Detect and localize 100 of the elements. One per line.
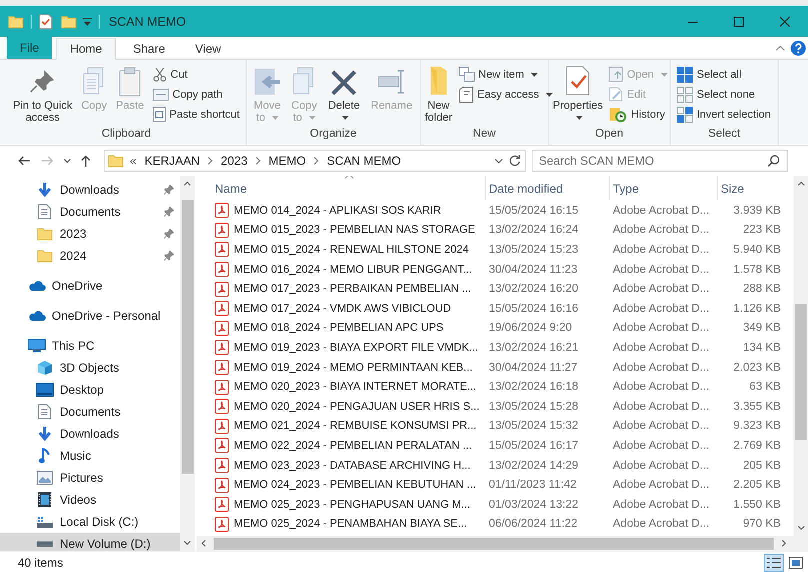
nav-item[interactable]: 2024 bbox=[0, 245, 180, 267]
ribbon-button[interactable]: Cut bbox=[150, 65, 242, 84]
nav-item[interactable]: Videos bbox=[0, 489, 180, 511]
nav-item[interactable]: Local Disk (C:) bbox=[0, 511, 180, 533]
scrollbar[interactable] bbox=[794, 176, 808, 536]
file-name[interactable]: MEMO 021_2024 - REMBUISE KONSUMSI PR... bbox=[234, 420, 477, 432]
cube-icon bbox=[37, 360, 53, 376]
file-size: 63 KB bbox=[748, 381, 782, 394]
nav-item[interactable]: 2023 bbox=[0, 223, 180, 245]
date-modified: 01/11/2023 11:42 bbox=[488, 479, 578, 492]
nav-item[interactable]: OneDrive - Personal bbox=[0, 305, 180, 327]
cloud-icon bbox=[28, 310, 46, 322]
item-count: 40 items bbox=[18, 556, 64, 570]
file-name[interactable]: MEMO 020_2024 - PENGAJUAN USER HRIS S... bbox=[234, 400, 480, 413]
nav-item[interactable]: New Volume (D:) bbox=[0, 533, 180, 551]
file-name[interactable]: MEMO 014_2024 - APLIKASI SOS KARIR bbox=[234, 204, 442, 217]
nav-item[interactable]: Downloads bbox=[0, 423, 180, 445]
file-name[interactable]: MEMO 024_2023 - PEMBELIAN KEBUTUHAN ... bbox=[234, 479, 476, 492]
ribbon-button[interactable]: Delete bbox=[324, 62, 364, 124]
chevron-up-icon bbox=[798, 182, 804, 186]
date-modified: 30/04/2024 11:23 bbox=[488, 264, 579, 276]
file-type: Adobe Acrobat D... bbox=[612, 302, 711, 315]
file-name[interactable]: MEMO 015_2023 - PEMBELIAN NAS STORAGE bbox=[234, 224, 476, 236]
breadcrumb[interactable]: SCAN MEMO bbox=[325, 154, 404, 168]
chevron-down-icon bbox=[798, 526, 804, 530]
breadcrumb[interactable]: 2023 bbox=[219, 154, 250, 168]
file-type: Adobe Acrobat D... bbox=[612, 264, 711, 276]
pdf-icon bbox=[215, 458, 229, 474]
search-field[interactable]: Search SCAN MEMO bbox=[532, 150, 788, 172]
nav-item[interactable]: Music bbox=[0, 445, 180, 467]
ribbon-button[interactable]: Pin to Quick access bbox=[11, 62, 75, 124]
document-icon bbox=[38, 204, 52, 220]
overflow-chevron[interactable]: « bbox=[130, 154, 137, 168]
nav-item[interactable]: This PC bbox=[0, 335, 180, 357]
ribbon-button[interactable]: Select all bbox=[675, 65, 773, 84]
nav-item[interactable]: Documents bbox=[0, 201, 180, 223]
download-arrow-icon bbox=[37, 182, 53, 198]
pdf-icon bbox=[215, 418, 229, 434]
pdf-icon bbox=[215, 438, 229, 454]
ribbon-button[interactable]: Copy path bbox=[150, 85, 242, 104]
ribbon-button[interactable]: Select none bbox=[675, 85, 773, 104]
ribbon-button[interactable]: Easy access bbox=[456, 85, 556, 104]
breadcrumb[interactable]: MEMO bbox=[266, 154, 308, 168]
nav-item[interactable]: Desktop bbox=[0, 379, 180, 401]
ribbon-button[interactable]: Paste shortcut bbox=[150, 105, 242, 124]
nav-item[interactable]: 3D Objects bbox=[0, 357, 180, 379]
scrollbar[interactable] bbox=[197, 536, 808, 551]
file-name[interactable]: MEMO 025_2024 - PENAMBAHAN BIAYA SE... bbox=[234, 518, 468, 530]
file-name[interactable]: MEMO 022_2024 - PEMBELIAN PERALATAN ... bbox=[234, 440, 472, 452]
file-name[interactable]: MEMO 018_2024 - PEMBELIAN APC UPS bbox=[234, 322, 444, 334]
date-modified: 13/05/2024 15:28 bbox=[488, 400, 580, 413]
pdf-icon bbox=[215, 478, 229, 493]
file-menu-tab[interactable]: File bbox=[7, 37, 52, 59]
file-size: 2.205 KB bbox=[732, 479, 782, 492]
nav-item[interactable]: Documents bbox=[0, 401, 180, 423]
nav-item[interactable]: Pictures bbox=[0, 467, 180, 489]
file-type: Adobe Acrobat D... bbox=[612, 322, 711, 334]
scrollbar[interactable] bbox=[180, 176, 195, 551]
file-name[interactable]: MEMO 017_2024 - VMDK AWS VIBICLOUD bbox=[234, 302, 452, 315]
ribbon-tab[interactable]: View bbox=[182, 38, 234, 59]
search-icon bbox=[768, 155, 780, 167]
folder-icon bbox=[61, 14, 77, 30]
ribbon-button[interactable]: New item bbox=[456, 65, 556, 84]
file-name[interactable]: MEMO 019_2024 - MEMO PERMINTAAN KEB... bbox=[234, 362, 473, 374]
properties-icon bbox=[39, 14, 53, 30]
date-modified: 13/05/2024 15:32 bbox=[488, 420, 580, 432]
large-icons-view-button[interactable] bbox=[786, 554, 806, 572]
file-type: Adobe Acrobat D... bbox=[612, 498, 711, 511]
ribbon-button[interactable]: Invert selection bbox=[675, 105, 773, 124]
file-name[interactable]: MEMO 019_2023 - BIAYA EXPORT FILE VMDK... bbox=[234, 342, 478, 354]
column-header[interactable]: Type bbox=[610, 176, 718, 200]
history-icon bbox=[609, 106, 628, 122]
column-header[interactable]: Name bbox=[212, 176, 486, 200]
file-name[interactable]: MEMO 017_2023 - PERBAIKAN PEMBELIAN ... bbox=[234, 283, 472, 296]
help-button[interactable] bbox=[791, 40, 806, 56]
file-name[interactable]: MEMO 025_2023 - PENGHAPUSAN UANG M... bbox=[234, 498, 471, 511]
ribbon-tab[interactable]: Share bbox=[120, 38, 178, 59]
date-modified: 13/02/2024 16:18 bbox=[488, 381, 580, 394]
ribbon-tab[interactable]: Home bbox=[56, 38, 116, 60]
column-header[interactable]: Date modified bbox=[486, 176, 610, 200]
nav-item[interactable]: OneDrive bbox=[0, 275, 180, 297]
ribbon-button[interactable]: Properties bbox=[553, 62, 604, 124]
column-header[interactable]: Size bbox=[718, 176, 794, 200]
ribbon-button[interactable]: New folder bbox=[425, 62, 453, 124]
select-none-icon bbox=[677, 86, 693, 102]
scissors-icon bbox=[152, 68, 167, 82]
forward-arrow-icon bbox=[42, 156, 54, 166]
details-view-button[interactable] bbox=[764, 554, 784, 572]
file-name[interactable]: MEMO 020_2023 - BIAYA INTERNET MORATE... bbox=[234, 381, 476, 394]
file-size: 3.355 KB bbox=[732, 400, 782, 413]
collapse-ribbon-button[interactable] bbox=[776, 46, 785, 50]
ribbon-button[interactable]: History bbox=[607, 105, 670, 124]
file-type: Adobe Acrobat D... bbox=[612, 420, 711, 432]
breadcrumb[interactable]: KERJAAN bbox=[142, 154, 202, 168]
file-name[interactable]: MEMO 023_2023 - DATABASE ARCHIVING H... bbox=[234, 460, 471, 472]
file-name[interactable]: MEMO 015_2024 - RENEWAL HILSTONE 2024 bbox=[234, 244, 469, 256]
file-size: 1.578 KB bbox=[732, 264, 782, 276]
address-field[interactable]: « KERJAAN 2023 MEMO SCAN MEMO bbox=[104, 150, 526, 172]
nav-item[interactable]: Downloads bbox=[0, 179, 180, 201]
file-name[interactable]: MEMO 016_2024 - MEMO LIBUR PENGGANT... bbox=[234, 264, 472, 276]
